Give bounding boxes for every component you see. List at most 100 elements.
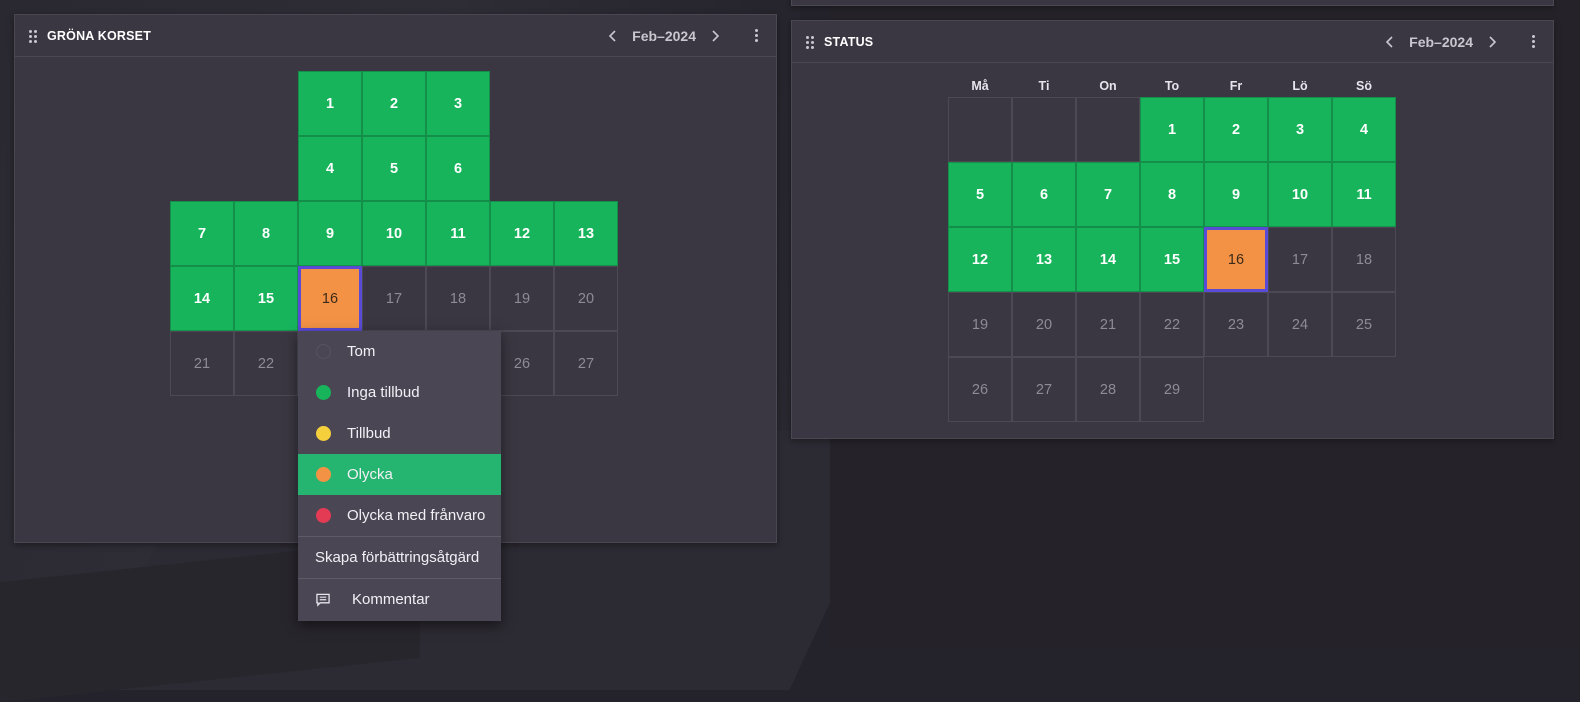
menu-item-kommentar[interactable]: Kommentar	[298, 579, 501, 620]
calendar-day-cell[interactable]: 27	[1012, 357, 1076, 422]
cross-day-cell[interactable]: 19	[490, 266, 554, 331]
weekday-header: Må	[971, 79, 989, 93]
cross-day-cell[interactable]: 17	[362, 266, 426, 331]
weekday-header: Fr	[1229, 79, 1243, 93]
panel-header: STATUS Feb–2024	[792, 21, 1553, 63]
next-month-button[interactable]	[1481, 31, 1503, 53]
cross-day-cell[interactable]: 27	[554, 331, 618, 396]
cross-day-cell[interactable]: 2	[362, 71, 426, 136]
calendar-day-cell[interactable]: 14	[1076, 227, 1140, 292]
calendar-day-cell[interactable]: 10	[1268, 162, 1332, 227]
weekday-header: Lö	[1292, 79, 1308, 93]
cross-day-cell[interactable]: 7	[170, 201, 234, 266]
calendar-day-cell[interactable]: 4	[1332, 97, 1396, 162]
menu-item-olycka[interactable]: Olycka	[298, 454, 501, 495]
cross-day-cell[interactable]: 10	[362, 201, 426, 266]
drag-handle-icon[interactable]	[27, 29, 41, 43]
calendar-day-cell[interactable]: 11	[1332, 162, 1396, 227]
calendar-day-cell[interactable]: 25	[1332, 292, 1396, 357]
selected-day-cell[interactable]: 16	[1204, 227, 1268, 292]
cross-day-cell[interactable]: 4	[298, 136, 362, 201]
menu-item-tom[interactable]: Tom	[298, 331, 501, 372]
panel-title: STATUS	[824, 34, 874, 49]
menu-item-label: Olycka med frånvaro	[347, 507, 486, 524]
cross-day-cell[interactable]: 5	[362, 136, 426, 201]
cross-day-cell[interactable]: 13	[554, 201, 618, 266]
chevron-left-icon	[609, 29, 616, 42]
cross-day-cell[interactable]: 1	[298, 71, 362, 136]
calendar-day-cell[interactable]: 13	[1012, 227, 1076, 292]
chevron-right-icon	[712, 29, 720, 42]
more-options-icon[interactable]	[744, 24, 768, 48]
previous-month-button[interactable]	[1379, 31, 1401, 53]
calendar-day-cell[interactable]: 3	[1268, 97, 1332, 162]
month-label: Feb–2024	[1409, 33, 1473, 50]
previous-month-button[interactable]	[602, 25, 624, 47]
menu-item-label: Olycka	[347, 466, 393, 483]
selected-day-cell[interactable]: 16	[298, 266, 362, 331]
menu-item-inga-tillbud[interactable]: Inga tillbud	[298, 372, 501, 413]
cross-day-cell[interactable]: 8	[234, 201, 298, 266]
calendar-day-cell[interactable]: 15	[1140, 227, 1204, 292]
calendar-day-cell[interactable]: 6	[1012, 162, 1076, 227]
calendar-day-cell[interactable]: 26	[948, 357, 1012, 422]
calendar-day-cell[interactable]: 9	[1204, 162, 1268, 227]
chevron-right-icon	[1489, 35, 1497, 48]
drag-handle-icon[interactable]	[804, 35, 818, 49]
blank-day-cell	[948, 97, 1012, 162]
month-label: Feb–2024	[632, 27, 696, 44]
cross-day-cell[interactable]: 11	[426, 201, 490, 266]
calendar-day-cell[interactable]: 17	[1268, 227, 1332, 292]
panel-top-edge	[791, 0, 1554, 6]
comment-icon	[316, 593, 330, 607]
panel-header: GRÖNA KORSET Feb–2024	[15, 15, 776, 57]
weekday-header: On	[1099, 79, 1117, 93]
calendar-day-cell[interactable]: 21	[1076, 292, 1140, 357]
menu-item-olycka-med-franvaro[interactable]: Olycka med frånvaro	[298, 495, 501, 536]
calendar-day-cell[interactable]: 2	[1204, 97, 1268, 162]
calendar-day-cell[interactable]: 1	[1140, 97, 1204, 162]
cross-day-cell[interactable]: 15	[234, 266, 298, 331]
blank-day-cell	[1012, 97, 1076, 162]
calendar-day-cell[interactable]: 28	[1076, 357, 1140, 422]
calendar-day-cell[interactable]: 22	[1140, 292, 1204, 357]
cross-day-cell[interactable]: 14	[170, 266, 234, 331]
calendar-day-cell[interactable]: 20	[1012, 292, 1076, 357]
green-status-dot-icon	[316, 385, 331, 400]
calendar-day-cell[interactable]: 29	[1140, 357, 1204, 422]
weekday-header: Sö	[1356, 79, 1372, 93]
calendar-day-cell[interactable]: 19	[948, 292, 1012, 357]
cross-day-cell[interactable]: 9	[298, 201, 362, 266]
next-month-button[interactable]	[704, 25, 726, 47]
menu-item-label: Kommentar	[352, 591, 430, 608]
cross-day-cell[interactable]: 21	[170, 331, 234, 396]
calendar-day-cell[interactable]: 24	[1268, 292, 1332, 357]
month-navigator: Feb–2024	[1379, 21, 1553, 62]
menu-item-tillbud[interactable]: Tillbud	[298, 413, 501, 454]
calendar-day-cell[interactable]: 23	[1204, 292, 1268, 357]
calendar-day-cell[interactable]: 18	[1332, 227, 1396, 292]
empty-status-dot-icon	[316, 344, 331, 359]
calendar-day-cell[interactable]: 8	[1140, 162, 1204, 227]
cross-day-cell[interactable]: 6	[426, 136, 490, 201]
panel-title: GRÖNA KORSET	[47, 28, 152, 43]
month-navigator: Feb–2024	[602, 15, 776, 56]
chevron-left-icon	[1386, 35, 1393, 48]
menu-item-label: Skapa förbättringsåtgärd	[315, 549, 480, 566]
menu-item-skapa-forbattringsatgard[interactable]: Skapa förbättringsåtgärd	[298, 537, 501, 578]
cross-day-cell[interactable]: 22	[234, 331, 298, 396]
calendar-day-cell[interactable]: 12	[948, 227, 1012, 292]
cross-day-cell[interactable]: 12	[490, 201, 554, 266]
yellow-status-dot-icon	[316, 426, 331, 441]
menu-item-label: Inga tillbud	[347, 384, 420, 401]
menu-item-label: Tom	[347, 343, 376, 360]
weekday-header: To	[1164, 79, 1180, 93]
weekday-header: Ti	[1038, 79, 1050, 93]
cross-day-cell[interactable]: 3	[426, 71, 490, 136]
calendar-day-cell[interactable]: 7	[1076, 162, 1140, 227]
more-options-icon[interactable]	[1521, 30, 1545, 54]
calendar-day-cell[interactable]: 5	[948, 162, 1012, 227]
blank-day-cell	[1076, 97, 1140, 162]
cross-day-cell[interactable]: 20	[554, 266, 618, 331]
cross-day-cell[interactable]: 18	[426, 266, 490, 331]
